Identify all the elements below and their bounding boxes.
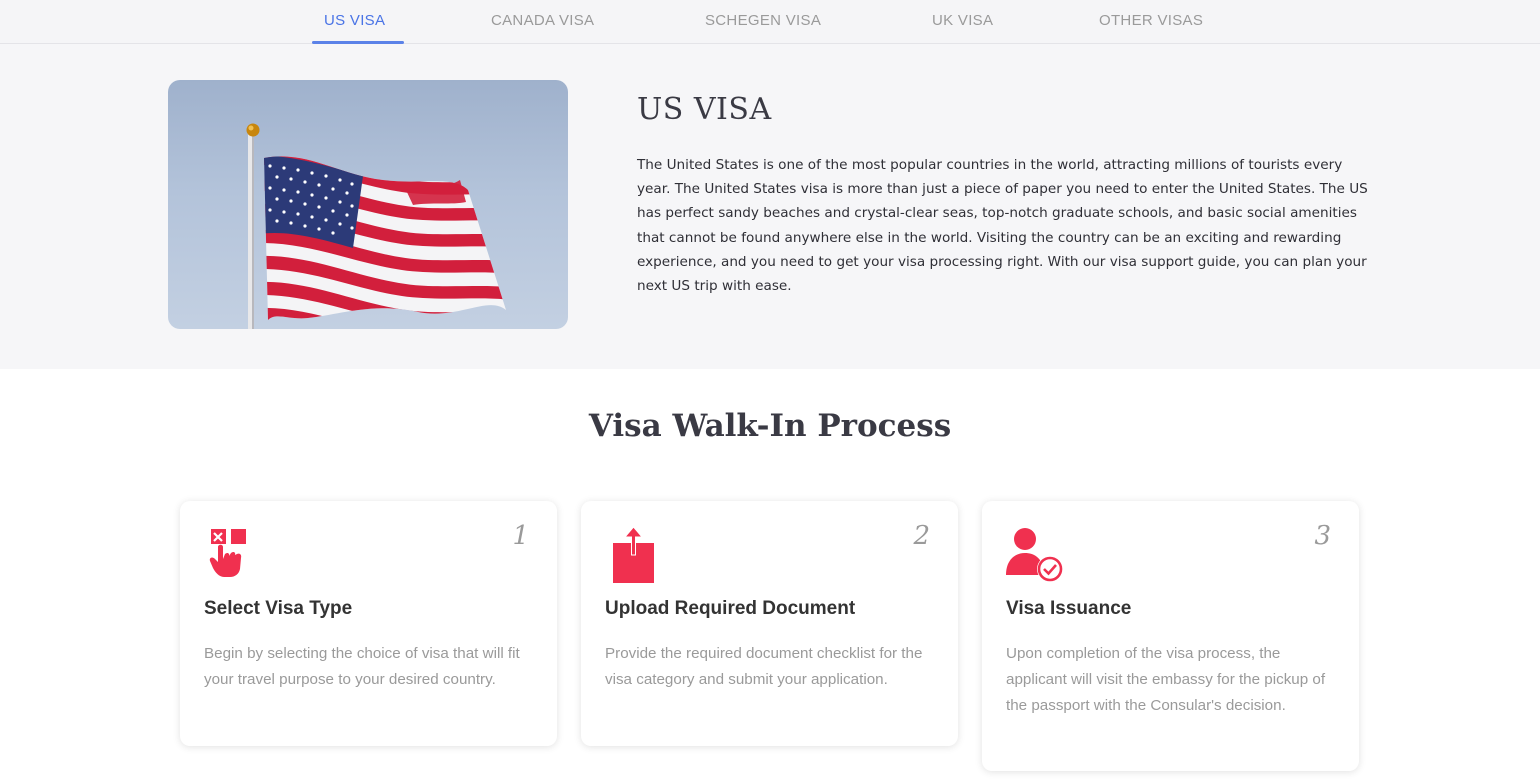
step-title: Upload Required Document [605, 598, 856, 619]
upload-box-icon [613, 526, 654, 583]
us-flag-icon [246, 123, 506, 329]
step-number: 1 [512, 521, 529, 551]
us-flag-image [168, 80, 568, 329]
tab-canada-visa[interactable]: CANADA VISA [491, 12, 594, 29]
tab-other-visas[interactable]: OTHER VISAS [1099, 12, 1203, 29]
select-touch-icon [209, 529, 246, 577]
process-step-card: 1 Select Visa Type Begin by selecting th… [180, 501, 557, 746]
process-section-title: Visa Walk-In Process [588, 408, 952, 444]
tab-uk-visa[interactable]: UK VISA [932, 12, 993, 29]
step-number: 3 [1314, 521, 1331, 551]
hero-description: The United States is one of the most pop… [637, 157, 1368, 295]
step-description: Begin by selecting the choice of visa th… [204, 645, 520, 688]
step-number: 2 [913, 521, 930, 551]
visa-tab-bar: US VISA CANADA VISA SCHEGEN VISA UK VISA… [0, 0, 1540, 44]
step-description: Upon completion of the visa process, the… [1006, 645, 1326, 714]
process-step-card: 2 Upload Required Document Provide the r… [581, 501, 958, 746]
step-title: Select Visa Type [204, 598, 353, 619]
step-title: Visa Issuance [1006, 598, 1132, 619]
tab-schegen-visa[interactable]: SCHEGEN VISA [705, 12, 821, 29]
user-check-icon [1006, 528, 1063, 582]
tab-us-visa[interactable]: US VISA [324, 12, 385, 29]
page-title: US VISA [637, 92, 772, 127]
process-step-card: 3 Visa Issuance Upon completion of the v… [982, 501, 1359, 771]
step-description: Provide the required document checklist … [605, 645, 923, 688]
